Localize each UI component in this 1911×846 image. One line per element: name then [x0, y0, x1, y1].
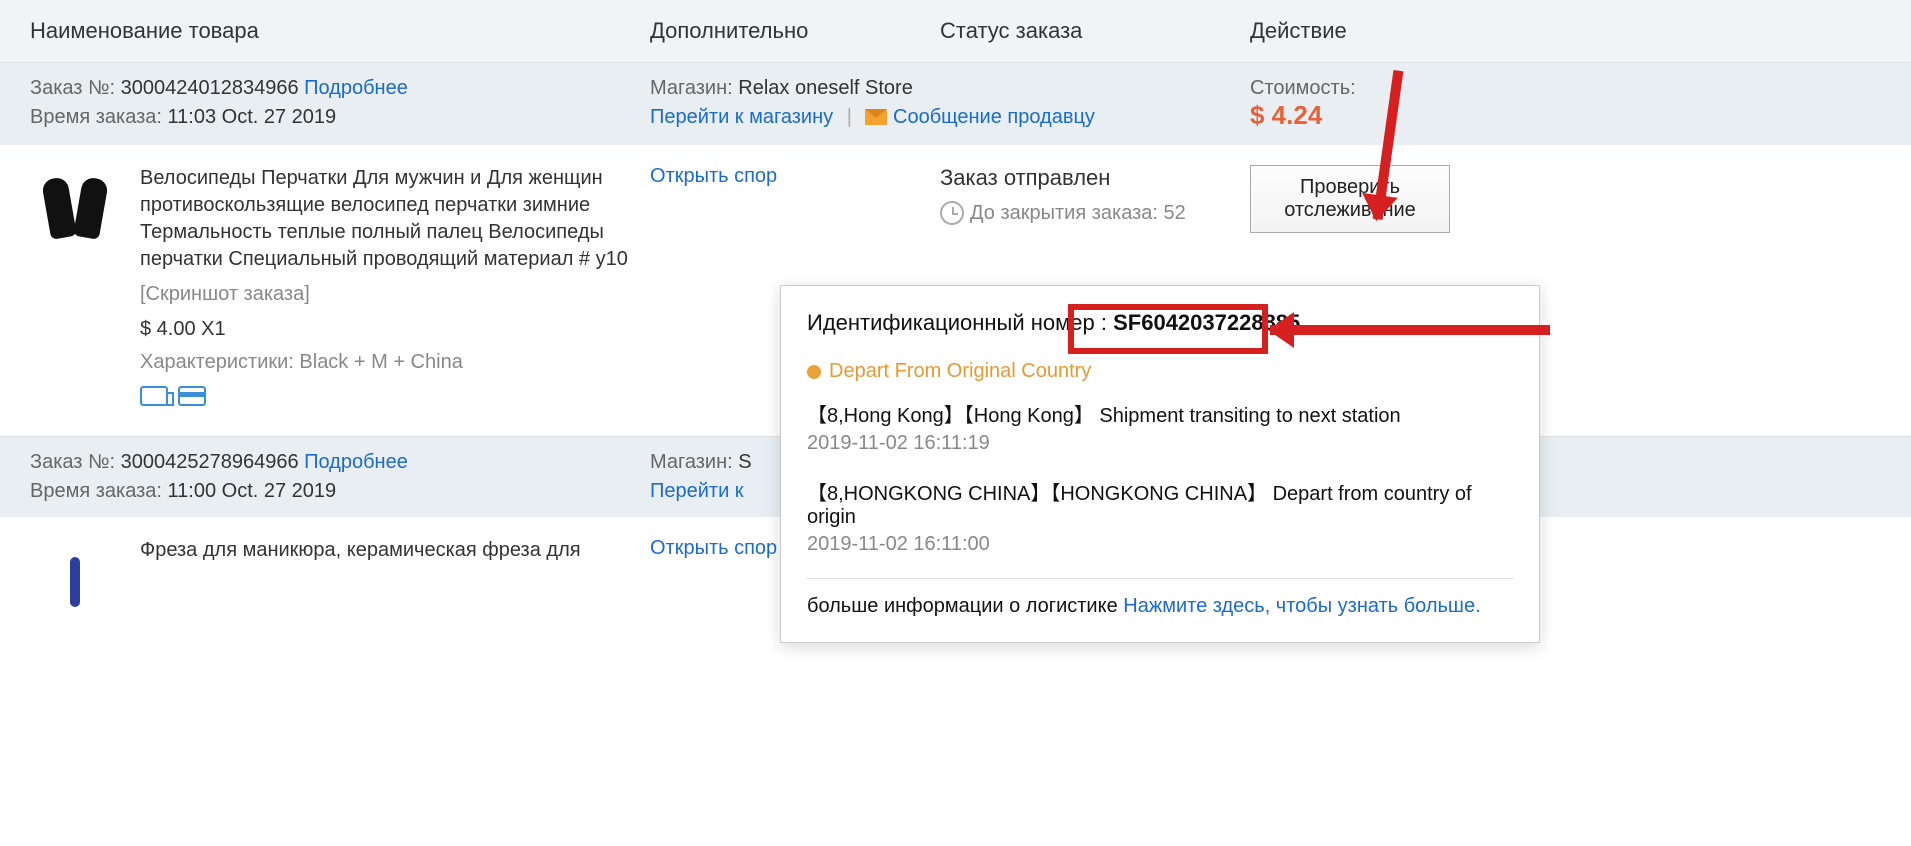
product-title[interactable]: Велосипеды Перчатки Для мужчин и Для жен…: [140, 165, 650, 273]
more-info-link[interactable]: Нажмите здесь, чтобы узнать больше.: [1123, 595, 1480, 617]
tracking-status-text: Depart From Original Country: [829, 360, 1091, 383]
close-countdown-text: До закрытия заказа: 52: [970, 202, 1186, 225]
product-thumbnail[interactable]: [30, 165, 120, 255]
order-details-link[interactable]: Подробнее: [304, 77, 408, 99]
header-action: Действие: [1250, 18, 1540, 44]
order-time-label: Время заказа:: [30, 480, 162, 502]
go-to-store-link[interactable]: Перейти к магазину: [650, 106, 833, 128]
tracking-event: 【8,Hong Kong】【Hong Kong】 Shipment transi…: [807, 399, 1513, 428]
open-dispute-link[interactable]: Открыть спор: [650, 165, 777, 187]
product-title[interactable]: Фреза для маникюра, керамическая фреза д…: [140, 537, 650, 564]
payment-icon[interactable]: [178, 386, 206, 406]
shipping-status: Заказ отправлен: [940, 165, 1250, 191]
separator: |: [847, 106, 852, 128]
open-dispute-link[interactable]: Открыть спор: [650, 537, 777, 559]
order-time-value: 11:00 Oct. 27 2019: [168, 480, 337, 502]
product-price-qty: $ 4.00 X1: [140, 318, 650, 341]
tracking-event-time: 2019-11-02 16:11:19: [807, 432, 1513, 455]
order-number-label: Заказ №:: [30, 77, 115, 99]
order-summary-bar: Заказ №: 3000424012834966 Подробнее Врем…: [0, 63, 1911, 145]
tracking-event: 【8,HONGKONG CHINA】【HONGKONG CHINA】 Depar…: [807, 477, 1513, 529]
order-close-countdown: До закрытия заказа: 52: [940, 201, 1250, 225]
header-extra: Дополнительно: [650, 18, 940, 44]
product-thumbnail[interactable]: [30, 537, 120, 627]
order-number-value: 3000424012834966: [121, 77, 299, 99]
store-name-partial: S: [738, 451, 751, 473]
go-to-store-link[interactable]: Перейти к: [650, 480, 744, 502]
gloves-icon: [40, 170, 110, 250]
order-number-value: 3000425278964966: [121, 451, 299, 473]
store-label: Магазин:: [650, 77, 733, 99]
annotation-highlight-box: [1068, 304, 1268, 354]
order-number-label: Заказ №:: [30, 451, 115, 473]
annotation-arrow-left: [1270, 325, 1550, 335]
product-spec: Характеристики: Black + M + China: [140, 351, 650, 374]
screenshot-label: [Скриншот заказа]: [140, 283, 650, 306]
check-tracking-button[interactable]: Проверить отслеживание: [1250, 165, 1450, 233]
nail-bit-icon: [70, 557, 80, 607]
shipping-icon[interactable]: [140, 386, 168, 406]
order-time-value: 11:03 Oct. 27 2019: [168, 106, 337, 128]
orders-table-header: Наименование товара Дополнительно Статус…: [0, 0, 1911, 63]
header-name: Наименование товара: [30, 18, 650, 44]
status-dot-icon: [807, 365, 821, 379]
message-seller-link[interactable]: Сообщение продавцу: [893, 106, 1095, 128]
store-label: Магазин:: [650, 451, 733, 473]
tracking-event-time: 2019-11-02 16:11:00: [807, 533, 1513, 556]
order-time-label: Время заказа:: [30, 106, 162, 128]
order-details-link[interactable]: Подробнее: [304, 451, 408, 473]
clock-icon: [940, 201, 964, 225]
mail-icon: [865, 109, 887, 125]
more-info-label: больше информации о логистике: [807, 595, 1118, 617]
header-status: Статус заказа: [940, 18, 1250, 44]
store-name: Relax oneself Store: [738, 77, 913, 99]
tracking-id-label: Идентификационный номер :: [807, 310, 1107, 335]
